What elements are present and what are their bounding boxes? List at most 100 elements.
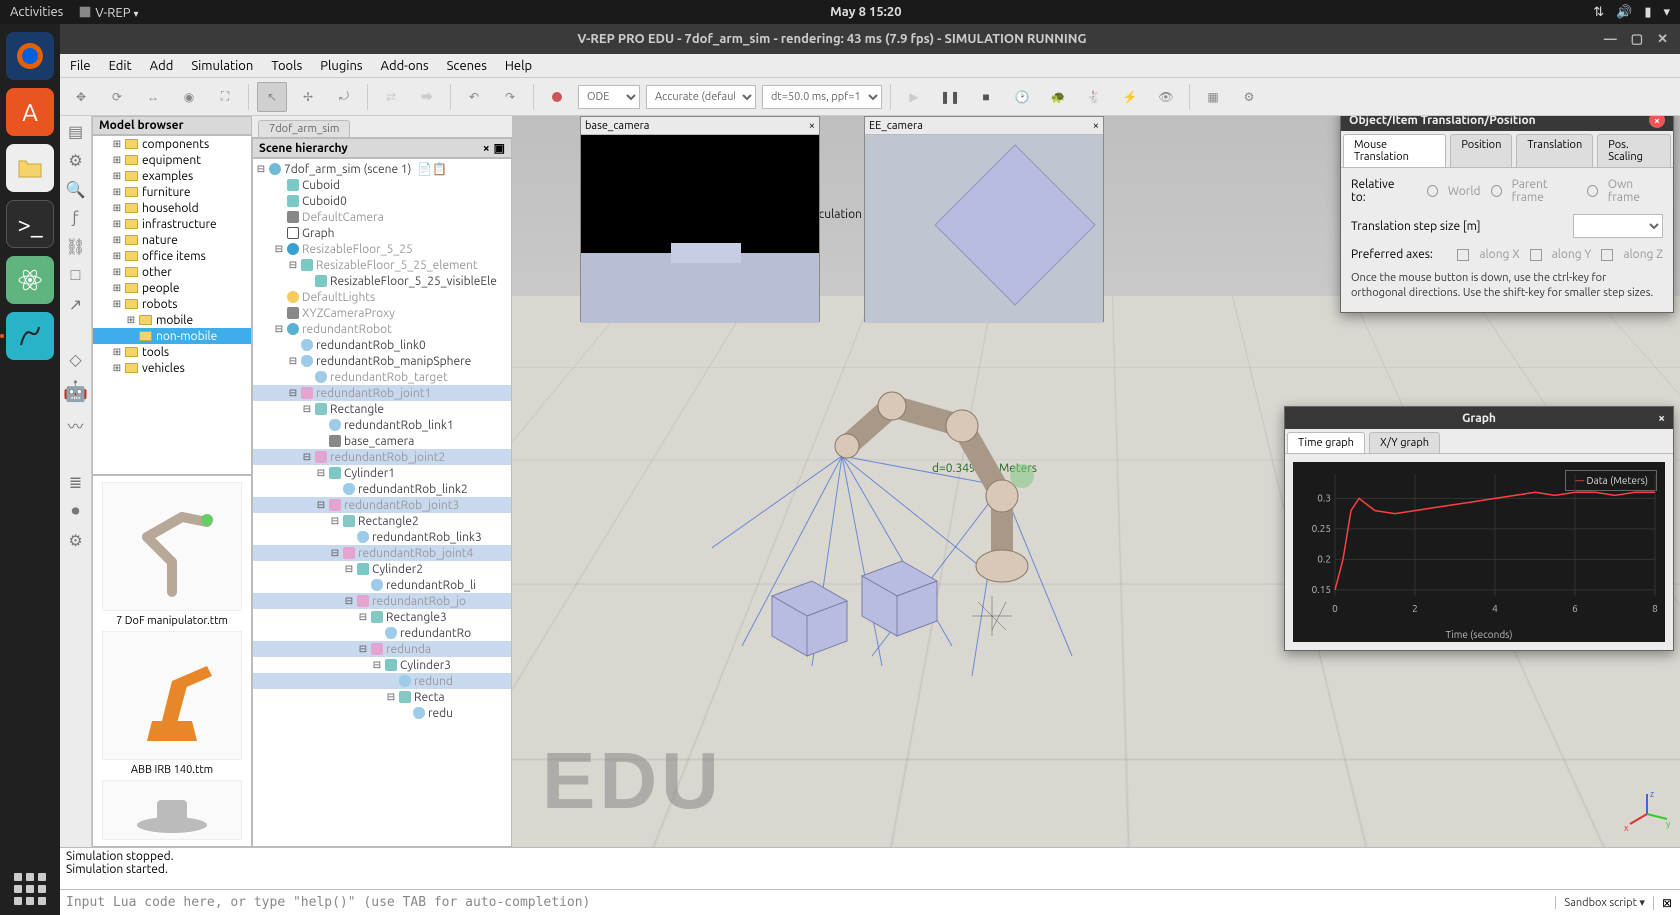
model-tree-item[interactable]: ⊞infrastructure [93,216,251,232]
hierarchy-item[interactable]: ⊟redundantRobot [253,321,511,337]
radio-world[interactable] [1427,185,1438,197]
ee-camera-window[interactable]: EE_camera× [864,116,1104,322]
hierarchy-item[interactable]: DefaultCamera [253,209,511,225]
hierarchy-item[interactable]: ⊟redundantRob_jo [253,593,511,609]
menu-plugins[interactable]: Plugins [320,59,362,73]
tool-camera-icon[interactable]: ◉ [174,82,204,112]
hierarchy-close-icon[interactable]: × [483,142,490,155]
model-tree-item[interactable]: ⊞equipment [93,152,251,168]
menu-add-ons[interactable]: Add-ons [381,59,429,73]
hierarchy-item[interactable]: redund [253,673,511,689]
tab-xy-graph[interactable]: X/Y graph [1369,432,1440,453]
accuracy-select[interactable]: Accurate (default) [646,85,756,109]
hierarchy-item[interactable]: ⊟redundantRob_joint4 [253,545,511,561]
hierarchy-item[interactable]: Cuboid [253,177,511,193]
hierarchy-item[interactable]: redundantRob_li [253,577,511,593]
hierarchy-item[interactable]: base_camera [253,433,511,449]
preview-thumb-0[interactable] [102,482,242,611]
hierarchy-item[interactable]: ⊟redundantRob_joint2 [253,449,511,465]
tool-redo-icon[interactable]: ↷ [495,82,525,112]
hierarchy-item[interactable]: ⊟redundantRob_joint3 [253,497,511,513]
tool-page-icon[interactable]: ▦ [1198,82,1228,112]
lt-calc-icon[interactable]: 🔍 [66,180,86,199]
base-camera-window[interactable]: base_camera× [580,116,820,322]
hierarchy-item[interactable]: redundantRo [253,625,511,641]
tool-translate-icon[interactable]: ✢ [293,82,323,112]
menu-simulation[interactable]: Simulation [191,59,253,73]
lt-video-icon[interactable]: ⏺ [71,502,79,521]
model-tree-item[interactable]: ⊞household [93,200,251,216]
dialog-close-icon[interactable]: × [1658,412,1665,425]
model-previews[interactable]: 7 DoF manipulator.ttm ABB IRB 140.ttm [92,475,252,847]
sim-pause-icon[interactable]: ❚❚ [935,82,965,112]
sandbox-select[interactable]: Sandbox script [1555,896,1653,909]
lt-mechanism-icon[interactable]: ⛓ [65,237,85,256]
dock-terminal[interactable]: >_ [6,200,54,248]
sim-play-icon[interactable]: ▶ [899,82,929,112]
model-tree-item[interactable]: ⊞nature [93,232,251,248]
tool-dynamics-icon[interactable] [542,82,572,112]
model-tree-item[interactable]: ⊞examples [93,168,251,184]
model-browser-tree[interactable]: ⊞components⊞equipment⊞examples⊞furniture… [92,135,252,475]
menu-scenes[interactable]: Scenes [447,59,487,73]
camwin-close-icon[interactable]: × [809,120,815,132]
chk-along-z[interactable] [1601,249,1613,261]
tab-translation[interactable]: Translation [1516,134,1593,167]
hierarchy-item[interactable]: ⊟Rectangle [253,401,511,417]
sim-thread-icon[interactable]: ⚡ [1115,82,1145,112]
model-tree-item[interactable]: ⊞other [93,264,251,280]
model-tree-item[interactable]: ⊞furniture [93,184,251,200]
tool-scene-icon[interactable]: ⚙ [1234,82,1264,112]
lt-collections-icon[interactable]: ƒ [72,209,78,227]
dialog-close-icon[interactable]: × [1649,116,1665,128]
menu-tools[interactable]: Tools [271,59,302,73]
hierarchy-item[interactable]: ⊟Rectangle2 [253,513,511,529]
translation-dialog[interactable]: Object/Item Translation/Position× Mouse … [1340,116,1674,313]
sim-visualize-icon[interactable]: 👁 [1151,82,1181,112]
network-icon[interactable]: ⇅ [1593,5,1604,20]
app-indicator[interactable]: V-REP [78,5,138,20]
window-close-button[interactable]: ✕ [1657,32,1668,47]
activities-button[interactable]: Activities [10,5,63,20]
model-tree-item[interactable]: ⊞office items [93,248,251,264]
lt-pages-icon[interactable]: ▤ [68,122,83,141]
tool-rotate-icon[interactable]: ⟳ [102,82,132,112]
lt-selection-icon[interactable]: □ [71,266,81,285]
model-tree-item[interactable]: ⊞vehicles [93,360,251,376]
preview-thumb-2[interactable] [102,780,242,840]
lt-shape-icon[interactable]: ◇ [69,350,81,369]
tab-mouse-translation[interactable]: Mouse Translation [1343,134,1446,167]
scene-tab[interactable]: 7dof_arm_sim [258,120,350,137]
hierarchy-item[interactable]: redundantRob_target [253,369,511,385]
tool-move-icon[interactable]: ↔ [138,82,168,112]
scene-hierarchy[interactable]: ⊟7dof_arm_sim (scene 1) 📄📋CuboidCuboid0D… [252,158,512,847]
dock-atom[interactable] [6,256,54,304]
sim-realtime-icon[interactable]: 🕑 [1007,82,1037,112]
hierarchy-item[interactable]: ⊟Recta [253,689,511,705]
lt-robot-icon[interactable]: 🤖 [63,379,88,403]
preview-thumb-1[interactable] [102,631,242,760]
model-tree-item[interactable]: ⊞robots [93,296,251,312]
model-tree-item[interactable]: ⊞components [93,136,251,152]
hierarchy-item[interactable]: Cuboid0 [253,193,511,209]
hierarchy-item[interactable]: ⊟ResizableFloor_5_25_element [253,257,511,273]
model-tree-item[interactable]: non-mobile [93,328,251,344]
lt-settings-icon[interactable]: ⚙ [68,531,82,550]
model-tree-item[interactable]: ⊞people [93,280,251,296]
lt-path-icon[interactable]: 〰 [67,413,83,437]
window-minimize-button[interactable]: — [1604,32,1617,47]
hierarchy-item[interactable]: redundantRob_link0 [253,337,511,353]
tool-pan-icon[interactable]: ✥ [66,82,96,112]
sim-rabbit-icon[interactable]: 🐇 [1079,82,1109,112]
sim-turtle-icon[interactable]: 🐢 [1043,82,1073,112]
lt-layers-icon[interactable]: ≣ [69,473,82,492]
hierarchy-item[interactable]: ⊟Cylinder3 [253,657,511,673]
menu-help[interactable]: Help [505,59,532,73]
tool-rotate-obj-icon[interactable]: ⤾ [329,82,359,112]
tool-select-icon[interactable]: ↖ [257,82,287,112]
hierarchy-item[interactable]: ⊟Rectangle3 [253,609,511,625]
model-tree-item[interactable]: ⊞tools [93,344,251,360]
tab-position[interactable]: Position [1450,134,1512,167]
hierarchy-item[interactable]: ResizableFloor_5_25_visibleEle [253,273,511,289]
menu-edit[interactable]: Edit [109,59,132,73]
